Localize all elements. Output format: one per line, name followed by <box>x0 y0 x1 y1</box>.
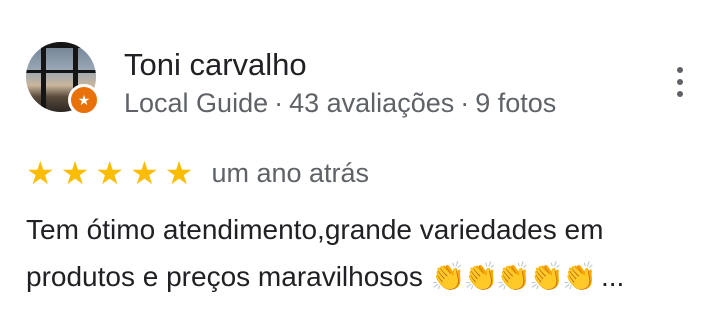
clapping-hands-emoji: 👏👏👏👏👏 <box>430 260 597 293</box>
meta-separator: · <box>460 88 470 118</box>
review-card: ★ Toni carvalho Local Guide · 43 avaliaçõe… <box>0 0 728 330</box>
local-guide-star-icon: ★ <box>68 84 100 116</box>
star-icon: ★ <box>164 155 194 191</box>
reviewer-avatar[interactable]: ★ <box>26 42 100 116</box>
reviews-count: 43 avaliações <box>289 88 455 118</box>
reviewer-name[interactable]: Toni carvalho <box>124 46 307 84</box>
star-icon: ★ <box>26 155 55 191</box>
photos-count: 9 fotos <box>475 88 557 118</box>
rating-row: ★ ★ ★ ★ ★ um ano atrás <box>26 155 369 191</box>
star-icon: ★ <box>130 155 159 191</box>
local-guide-label: Local Guide <box>124 88 269 118</box>
star-rating: ★ ★ ★ ★ ★ <box>26 157 193 189</box>
reviewer-meta: Local Guide · 43 avaliações · 9 fotos <box>124 86 556 120</box>
more-ellipsis: ... <box>600 261 625 292</box>
more-vert-icon[interactable] <box>664 62 696 102</box>
review-text[interactable]: Tem ótimo atendimento,grande variedades … <box>26 206 706 300</box>
review-date: um ano atrás <box>211 157 370 188</box>
star-icon: ★ <box>60 155 90 191</box>
star-icon: ★ <box>95 155 125 191</box>
meta-separator: · <box>274 88 284 118</box>
